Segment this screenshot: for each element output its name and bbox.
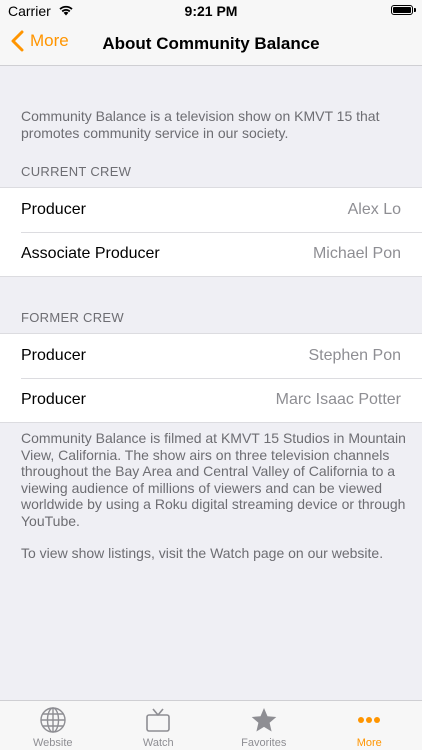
current-crew-list: Producer Alex Lo Associate Producer Mich…	[0, 187, 422, 277]
tab-label: Website	[32, 737, 73, 749]
crew-name: Marc Isaac Potter	[275, 391, 401, 408]
tab-label: Favorites	[241, 737, 287, 749]
tab-label: More	[356, 737, 382, 749]
battery-icon	[391, 5, 416, 15]
page-title: About Community Balance	[102, 34, 320, 53]
crew-role: Producer	[21, 201, 86, 218]
navigation-bar: More About Community Balance	[0, 22, 422, 66]
tab-watch[interactable]: Watch	[106, 701, 212, 750]
globe-icon	[40, 707, 66, 733]
crew-name: Stephen Pon	[308, 347, 401, 364]
crew-name: Michael Pon	[312, 245, 401, 262]
tab-label: Watch	[142, 737, 174, 749]
battery-level	[393, 7, 411, 13]
former-crew-header: FORMER CREW	[21, 310, 124, 325]
tab-more[interactable]: More	[317, 701, 422, 750]
tv-icon	[146, 708, 171, 732]
footer-text: Community Balance is filmed at KMVT 15 S…	[21, 430, 406, 578]
more-icon	[358, 717, 381, 723]
table-row[interactable]: Producer Stephen Pon	[0, 334, 422, 378]
crew-name: Alex Lo	[347, 201, 401, 218]
tab-bar: Website Watch Favorites More	[0, 700, 422, 750]
table-row[interactable]: Producer Marc Isaac Potter	[0, 378, 422, 422]
footer-paragraph: To view show listings, visit the Watch p…	[21, 545, 384, 561]
current-crew-header: CURRENT CREW	[21, 164, 132, 179]
crew-role: Producer	[21, 391, 86, 408]
table-row[interactable]: Associate Producer Michael Pon	[0, 232, 422, 276]
status-time: 9:21 PM	[184, 3, 238, 19]
tab-favorites[interactable]: Favorites	[211, 701, 317, 750]
crew-role: Producer	[21, 347, 86, 364]
star-icon	[251, 708, 277, 732]
table-row[interactable]: Producer Alex Lo	[0, 188, 422, 232]
former-crew-list: Producer Stephen Pon Producer Marc Isaac…	[0, 333, 422, 423]
status-bar: Carrier 9:21 PM	[0, 0, 422, 22]
footer-paragraph: Community Balance is filmed at KMVT 15 S…	[21, 430, 406, 529]
tab-website[interactable]: Website	[0, 701, 106, 750]
crew-role: Associate Producer	[21, 245, 160, 262]
intro-text: Community Balance is a television show o…	[21, 108, 380, 141]
